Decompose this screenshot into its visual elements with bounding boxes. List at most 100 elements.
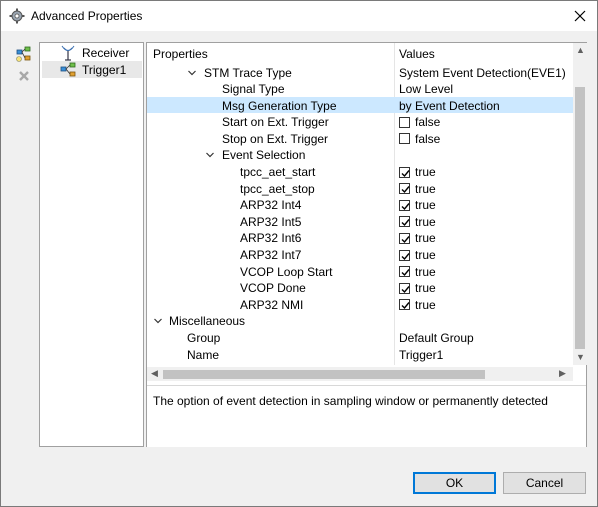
- property-value: false: [399, 115, 440, 129]
- ok-button[interactable]: OK: [413, 472, 496, 494]
- value-text: true: [415, 248, 436, 262]
- delete-x-icon: [19, 71, 29, 81]
- checkbox-checked[interactable]: [399, 299, 410, 311]
- property-row-tpcc-aet-start[interactable]: tpcc_aet_start true: [147, 163, 573, 180]
- advanced-properties-dialog: Advanced Properties Receiver Trigger1 Pr…: [0, 0, 598, 507]
- header-values[interactable]: Values: [399, 47, 435, 61]
- window-title: Advanced Properties: [31, 9, 143, 23]
- checkbox-checked[interactable]: [399, 183, 410, 195]
- value-text: true: [415, 231, 436, 246]
- property-value[interactable]: by Event Detection: [399, 99, 500, 113]
- property-label: VCOP Done: [240, 281, 306, 296]
- property-row-event-selection[interactable]: Event Selection: [147, 146, 573, 163]
- property-label: ARP32 Int5: [240, 214, 302, 229]
- checkbox[interactable]: [399, 116, 410, 128]
- tree-item-label: Trigger1: [82, 63, 127, 77]
- tree-item-trigger1[interactable]: Trigger1: [42, 61, 142, 78]
- property-value: false: [399, 132, 440, 146]
- cancel-button[interactable]: Cancel: [503, 472, 586, 494]
- checkmark-icon: [401, 169, 410, 177]
- property-row-vcop-done[interactable]: VCOP Done true: [147, 279, 573, 296]
- value-text: true: [415, 297, 436, 312]
- trigger-tree: Receiver Trigger1: [39, 42, 144, 447]
- value-text: true: [415, 198, 436, 213]
- property-row-stop-on-ext-trigger[interactable]: Stop on Ext. Trigger false: [147, 130, 573, 147]
- property-label: tpcc_aet_stop: [240, 181, 315, 196]
- property-value: true: [399, 182, 436, 196]
- property-row-arp32-nmi[interactable]: ARP32 NMI true: [147, 296, 573, 313]
- property-label: Name: [187, 347, 220, 362]
- property-description: The option of event detection in samplin…: [147, 385, 586, 447]
- property-grid: Properties Values STM Trace Type System …: [147, 43, 573, 365]
- app-gear-icon: [9, 8, 25, 24]
- checkbox-checked[interactable]: [399, 266, 410, 278]
- property-value[interactable]: Trigger1: [399, 348, 443, 362]
- property-label: Start on Ext. Trigger: [222, 115, 329, 130]
- scroll-left-arrow-icon[interactable]: ◀: [151, 368, 158, 379]
- property-row-group[interactable]: Group Default Group: [147, 329, 573, 346]
- property-row-signal-type[interactable]: Signal Type Low Level: [147, 80, 573, 97]
- vertical-scroll-thumb[interactable]: [575, 87, 585, 349]
- scroll-right-arrow-icon[interactable]: ▶: [559, 368, 566, 379]
- property-row-msg-generation-type[interactable]: Msg Generation Type by Event Detection: [147, 96, 573, 114]
- property-value: true: [399, 198, 436, 212]
- value-text: Default Group: [399, 331, 474, 345]
- tree-item-receiver[interactable]: Receiver: [42, 44, 142, 61]
- property-value: true: [399, 215, 436, 229]
- checkbox-checked[interactable]: [399, 249, 410, 261]
- checkbox-checked[interactable]: [399, 166, 410, 178]
- property-row-vcop-loop-start[interactable]: VCOP Loop Start true: [147, 263, 573, 280]
- checkbox-checked[interactable]: [399, 216, 410, 228]
- grid-header: Properties Values: [147, 43, 573, 63]
- header-properties[interactable]: Properties: [153, 47, 208, 61]
- scroll-down-arrow-icon[interactable]: ▼: [576, 352, 585, 362]
- chevron-down-icon[interactable]: [205, 149, 215, 159]
- checkbox-checked[interactable]: [399, 199, 410, 211]
- receiver-antenna-icon: [60, 45, 76, 61]
- checkbox[interactable]: [399, 133, 410, 145]
- property-value: true: [399, 265, 436, 279]
- scroll-up-arrow-icon[interactable]: ▲: [576, 45, 585, 55]
- close-icon: [574, 10, 586, 21]
- checkmark-icon: [401, 219, 410, 227]
- checkmark-icon: [401, 252, 410, 260]
- property-row-stm-trace-type[interactable]: STM Trace Type System Event Detection(EV…: [147, 64, 573, 81]
- property-label: ARP32 Int7: [240, 248, 302, 262]
- property-label: Group: [187, 331, 221, 345]
- value-text: false: [415, 131, 441, 146]
- property-row-arp32-int7[interactable]: ARP32 Int7 true: [147, 246, 573, 263]
- horizontal-scrollbar[interactable]: ◀ ▶: [147, 367, 573, 381]
- side-toolbar: [15, 45, 35, 89]
- property-row-tpcc-aet-stop[interactable]: tpcc_aet_stop true: [147, 180, 573, 197]
- property-label: Event Selection: [222, 148, 306, 163]
- chevron-down-icon[interactable]: [153, 315, 163, 325]
- value-text: true: [415, 214, 436, 229]
- property-value: true: [399, 281, 436, 295]
- chevron-down-icon[interactable]: [187, 67, 197, 77]
- property-row-start-on-ext-trigger[interactable]: Start on Ext. Trigger false: [147, 113, 573, 130]
- checkmark-icon: [401, 302, 410, 310]
- trigger-node-icon: [60, 62, 76, 78]
- property-row-arp32-int6[interactable]: ARP32 Int6 true: [147, 229, 573, 246]
- properties-panel: Properties Values STM Trace Type System …: [146, 42, 587, 447]
- value-text: by Event Detection: [399, 98, 500, 113]
- property-value[interactable]: Default Group: [399, 331, 474, 345]
- property-label: ARP32 Int4: [240, 198, 302, 213]
- vertical-scrollbar[interactable]: ▲ ▼: [573, 43, 587, 365]
- property-row-name[interactable]: Name Trigger1: [147, 346, 573, 363]
- checkmark-icon: [401, 285, 410, 293]
- checkbox-checked[interactable]: [399, 282, 410, 294]
- property-row-arp32-int4[interactable]: ARP32 Int4 true: [147, 196, 573, 213]
- close-button[interactable]: [563, 1, 597, 30]
- checkmark-icon: [401, 269, 410, 277]
- horizontal-scroll-thumb[interactable]: [163, 370, 485, 379]
- delete-button[interactable]: [15, 67, 33, 85]
- checkbox-checked[interactable]: [399, 232, 410, 244]
- property-row-miscellaneous[interactable]: Miscellaneous: [147, 312, 573, 329]
- add-trigger-button[interactable]: [15, 45, 33, 63]
- property-value[interactable]: Low Level: [399, 82, 453, 96]
- value-text: true: [415, 181, 436, 196]
- property-label: Stop on Ext. Trigger: [222, 131, 329, 146]
- property-value[interactable]: System Event Detection(EVE1): [399, 66, 566, 80]
- property-row-arp32-int5[interactable]: ARP32 Int5 true: [147, 213, 573, 230]
